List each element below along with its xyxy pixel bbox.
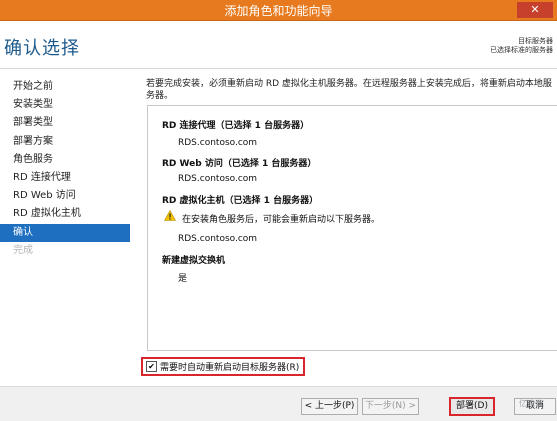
section-heading-rd-connection-broker: RD 连接代理（已选择 1 台服务器） [162,121,310,131]
watermark: 亿速云 [519,399,543,408]
nav-item-completion: 完成 [13,244,33,256]
nav-item-rd-virtualization-host[interactable]: RD 虚拟化主机 [0,205,130,223]
nav-item-rd-web-access[interactable]: RD Web 访问 [0,187,130,205]
section-heading-rd-virtualization-host: RD 虚拟化主机（已选择 1 台服务器） [162,196,319,206]
section-value-rd-web-access: RDS.contoso.com [178,174,258,184]
previous-button[interactable]: < 上一步(P) [301,398,358,415]
title-bar: 添加角色和功能向导 ✕ [0,0,557,21]
nav-item-role-services[interactable]: 角色服务 [0,151,130,169]
target-server-label: 目标服务器 [518,37,553,45]
section-value-rd-virtualization-host: RDS.contoso.com [178,234,258,244]
nav-item-deployment-scenario[interactable]: 部署方案 [0,133,130,151]
restart-checkbox-highlight: ✔ 需要时自动重新启动目标服务器(R) [141,357,305,376]
nav-item-rd-connection-broker[interactable]: RD 连接代理 [0,169,130,187]
next-button: 下一步(N) > [362,398,419,415]
nav-item-confirmation[interactable]: 确认 [0,223,130,242]
page-title: 确认选择 [4,38,80,59]
deploy-button[interactable]: 部署(D) [449,397,495,416]
intro-text: 若要完成安装，必须重新启动 RD 虚拟化主机服务器。在远程服务器上安装完成后，将… [146,79,552,101]
target-server-value: 已选择标准的服务器 [490,46,553,54]
section-value-rd-connection-broker: RDS.contoso.com [178,138,258,148]
wizard-footer: < 上一步(P) 下一步(N) > 部署(D) 取消 亿速云 [0,387,557,421]
close-button[interactable]: ✕ [517,2,553,18]
warning-icon [164,210,176,221]
wizard-nav: 开始之前 安装类型 部署类型 部署方案 角色服务 RD 连接代理 RD Web … [0,78,130,260]
restart-warning: 在安装角色服务后，可能会重新启动以下服务器。 [182,215,381,225]
section-heading-rd-web-access: RD Web 访问（已选择 1 台服务器） [162,159,317,169]
header-divider [0,68,557,69]
nav-item-deployment-type[interactable]: 部署类型 [0,114,130,132]
restart-checkbox-label[interactable]: 需要时自动重新启动目标服务器(R) [160,360,299,373]
section-heading-new-virtual-switch: 新建虚拟交换机 [162,256,226,266]
window-title: 添加角色和功能向导 [224,4,333,18]
nav-item-before-you-begin[interactable]: 开始之前 [0,78,130,96]
restart-checkbox[interactable]: ✔ [146,361,157,372]
confirmation-summary: RD 连接代理（已选择 1 台服务器） RDS.contoso.com RD W… [147,105,557,351]
section-value-new-virtual-switch: 是 [178,274,188,284]
target-server-info: 目标服务器 已选择标准的服务器 [490,37,553,55]
nav-item-installation-type[interactable]: 安装类型 [0,96,130,114]
